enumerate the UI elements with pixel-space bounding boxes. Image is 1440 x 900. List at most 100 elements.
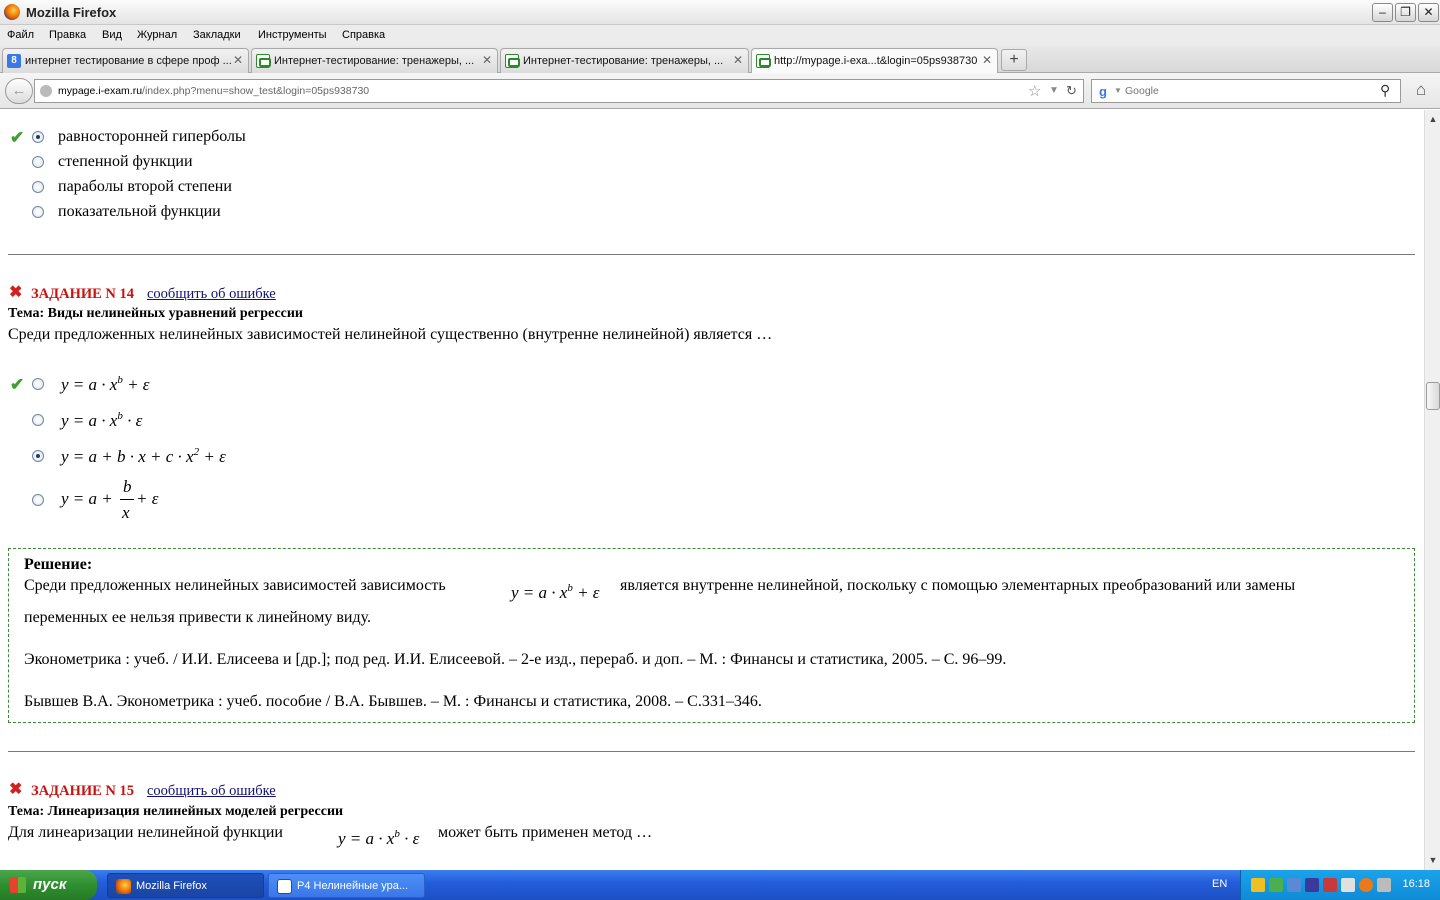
windows-taskbar: пуск Mozilla Firefox P4 Нелинейные ура..… [0,870,1440,900]
tab-2[interactable]: Интернет-тестирование: тренажеры, ... ✕ [251,48,498,73]
answer-radio[interactable] [32,378,44,390]
incorrect-cross-icon: ✖ [9,781,23,798]
tab-label: Интернет-тестирование: тренажеры, ... [274,55,475,67]
taskbar-item-word[interactable]: P4 Нелинейные ура... [268,873,425,898]
address-url: mypage.i-exam.ru/index.php?menu=show_tes… [58,85,370,97]
menu-bar: Файл Правка Вид Журнал Закладки Инструме… [0,25,1440,46]
task-question: Среди предложенных нелинейных зависимост… [8,326,773,343]
system-tray: 16:18 [1240,870,1440,900]
answer-label: параболы второй степени [58,178,232,195]
minimize-button[interactable]: – [1372,3,1393,22]
google-search-engine-icon[interactable]: g [1095,84,1111,100]
volume-icon[interactable] [1377,878,1391,892]
answer-label: степенной функции [58,153,193,170]
search-bar[interactable]: g ▼ ⚲ [1091,79,1401,103]
tab-3[interactable]: Интернет-тестирование: тренажеры, ... ✕ [500,48,749,73]
taskbar-item-firefox[interactable]: Mozilla Firefox [107,873,264,898]
language-indicator[interactable]: EN [1212,878,1227,890]
maximize-button[interactable]: ❐ [1395,3,1416,22]
google-favicon-icon: 8 [7,54,21,68]
close-window-button[interactable]: ✕ [1418,3,1439,22]
menu-edit[interactable]: Правка [49,29,86,41]
taskbar-item-label: Mozilla Firefox [136,880,207,892]
word-document-icon [277,879,292,894]
tray-app-icon[interactable] [1269,878,1283,892]
report-error-link[interactable]: сообщить об ошибке [147,783,276,800]
scroll-up-arrow-icon[interactable]: ▲ [1426,111,1440,127]
task-question: Для линеаризации нелинейной функции [8,824,283,841]
window-titlebar: Mozilla Firefox – ❐ ✕ [0,0,1440,25]
new-tab-button[interactable]: + [1001,49,1027,71]
answer-radio[interactable] [32,156,44,168]
answer-radio[interactable] [32,450,44,462]
menu-help[interactable]: Справка [342,29,385,41]
incorrect-cross-icon: ✖ [9,284,23,301]
task-topic: Тема: Виды нелинейных уравнений регресси… [8,306,303,321]
solution-reference: Эконометрика : учеб. / И.И. Елисеева и [… [24,651,1007,668]
answer-radio[interactable] [32,206,44,218]
close-tab-icon[interactable]: ✕ [482,53,492,67]
tray-app-icon[interactable] [1323,878,1337,892]
correct-check-icon: ✔ [10,128,25,147]
fraction-line [120,499,134,500]
address-bar[interactable]: mypage.i-exam.ru/index.php?menu=show_tes… [34,79,1084,103]
answer-radio[interactable] [32,414,44,426]
solution-formula: y = a · xb + ε [511,582,600,602]
reload-icon[interactable]: ↻ [1066,83,1077,99]
close-tab-icon[interactable]: ✕ [982,53,992,67]
scrollbar-thumb[interactable] [1426,382,1440,410]
search-icon[interactable]: ⚲ [1380,82,1390,99]
chevron-down-icon[interactable]: ▼ [1114,86,1122,95]
answer-label: показательной функции [58,203,221,220]
answer-radio[interactable] [32,494,44,506]
tray-app-icon[interactable] [1341,878,1355,892]
answer-radio[interactable] [32,131,44,143]
solution-text: Среди предложенных нелинейных зависимост… [24,577,446,594]
tray-app-icon[interactable] [1251,878,1265,892]
bookmark-star-icon[interactable]: ☆ [1028,82,1041,100]
start-button[interactable]: пуск [0,870,97,900]
history-dropdown-icon[interactable]: ▼ [1049,85,1059,96]
tab-label: http://mypage.i-exa...t&login=05ps938730 [774,55,978,67]
fraction-numerator: b [123,477,132,496]
menu-view[interactable]: Вид [102,29,122,41]
task-header: ЗАДАНИЕ N 14 [31,286,135,302]
system-clock: 16:18 [1402,878,1430,890]
report-error-link[interactable]: сообщить об ошибке [147,286,276,303]
back-button[interactable]: ← [5,78,33,104]
tab-label: Интернет-тестирование: тренажеры, ... [523,55,724,67]
site-identity-icon[interactable] [40,85,52,97]
home-button[interactable]: ⌂ [1408,80,1434,102]
vertical-scrollbar[interactable]: ▲ ▼ [1424,110,1440,870]
answer-label: равносторонней гиперболы [58,128,246,145]
tray-app-icon[interactable] [1305,878,1319,892]
page-content: ✔ равносторонней гиперболы степенной фун… [0,110,1424,870]
close-tab-icon[interactable]: ✕ [233,53,243,67]
task-header: ЗАДАНИЕ N 15 [31,783,135,799]
windows-logo-icon [10,877,26,893]
firefox-icon [116,879,131,894]
menu-tools[interactable]: Инструменты [258,29,327,41]
task-topic: Тема: Линеаризация нелинейных моделей ре… [8,804,344,819]
menu-bookmarks[interactable]: Закладки [193,29,241,41]
tray-app-icon[interactable] [1287,878,1301,892]
menu-file[interactable]: Файл [7,29,34,41]
close-tab-icon[interactable]: ✕ [733,53,743,67]
window-title: Mozilla Firefox [26,5,117,20]
divider [8,751,1415,752]
fraction-denominator: x [122,503,130,522]
answer-radio[interactable] [32,181,44,193]
scroll-down-arrow-icon[interactable]: ▼ [1426,852,1440,868]
menu-history[interactable]: Журнал [137,29,177,41]
tab-1[interactable]: 8 интернет тестирование в сфере проф ...… [2,48,249,73]
tray-app-icon[interactable] [1359,878,1373,892]
solution-title: Решение: [24,556,93,573]
solution-reference: Бывшев В.А. Эконометрика : учеб. пособие… [24,693,762,710]
solution-text: переменных ее нельзя привести к линейном… [24,609,372,626]
divider [8,254,1415,255]
search-input[interactable] [1125,83,1375,99]
correct-check-icon: ✔ [10,375,25,394]
answer-formula-pre: y = a + [61,489,113,508]
answer-formula: y = a · xb + ε [61,374,150,394]
tab-4-active[interactable]: http://mypage.i-exa...t&login=05ps938730… [751,48,998,74]
